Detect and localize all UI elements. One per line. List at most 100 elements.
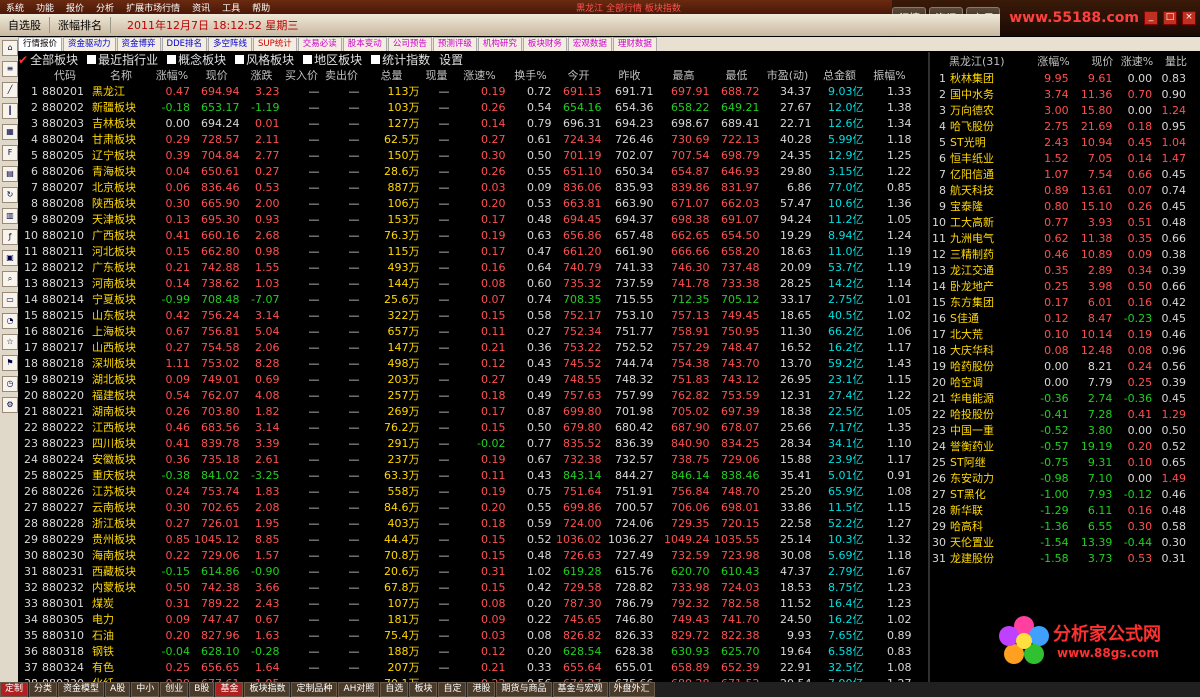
table-row[interactable]: 3 880203 吉林板块 0.00 694.24 0.01 — — 127万 — 0.14 0.79… — [18, 115, 914, 131]
table-row[interactable]: 16 880216 上海板块 0.67 756.81 5.04 — — 657万 — 0.11 0.2… — [18, 323, 914, 339]
table-row[interactable]: 6 880206 青海板块 0.04 650.61 0.27 — — 28.6万 — 0.26 0.5… — [18, 163, 914, 179]
table-row[interactable]: 21 880221 湖南板块 0.26 703.80 1.82 — — 269万 — 0.17 0.8… — [18, 403, 914, 419]
table-row[interactable]: 34 880305 电力 0.09 747.47 0.67 — — 181万 — 0.09 0.22 7… — [18, 611, 914, 627]
settings-icon[interactable]: ⚙ — [2, 397, 18, 413]
table-row[interactable]: 10 880210 广西板块 0.41 660.16 2.68 — — 76.3万 — 0.19 0.… — [18, 227, 914, 243]
list-item[interactable]: 15 东方集团 0.17 6.01 0.16 0.42 — [930, 294, 1188, 310]
tab-sup-stats[interactable]: SUP统计 — [253, 37, 297, 51]
table-row[interactable]: 19 880219 湖北板块 0.09 749.01 0.69 — — 203万 — 0.27 0.4… — [18, 371, 914, 387]
list-item[interactable]: 2 国中水务 3.74 11.36 0.70 0.90 — [930, 86, 1188, 102]
table-row[interactable]: 26 880226 江苏板块 0.24 753.74 1.83 — — 558万 — 0.19 0.7… — [18, 483, 914, 499]
table-row[interactable]: 1 880201 黑龙江 0.47 694.94 3.23 — — 113万 — 0.19 0.72 6… — [18, 83, 914, 99]
home-icon[interactable]: ⌂ — [2, 40, 18, 56]
column-header[interactable]: 总金额 — [814, 67, 866, 83]
menu-item-help[interactable]: 帮助 — [246, 1, 276, 14]
table-row[interactable]: 8 880208 陕西板块 0.30 665.90 2.00 — — 106万 — 0.20 0.53… — [18, 195, 914, 211]
side-column-header[interactable]: 现价 — [1071, 52, 1115, 70]
bottom-tab[interactable]: 分类 — [29, 682, 58, 697]
list-item[interactable]: 22 哈投股份 -0.41 7.28 0.41 1.29 — [930, 406, 1188, 422]
table-row[interactable]: 31 880231 西藏板块 -0.15 614.86 -0.90 — — 20.6万 — 0.31… — [18, 563, 914, 579]
close-icon[interactable]: × — [1182, 11, 1196, 25]
list-item[interactable]: 10 工大高新 0.77 3.93 0.51 0.48 — [930, 214, 1188, 230]
table-row[interactable]: 32 880232 内蒙板块 0.50 742.38 3.66 — — 67.8万 — 0.15 0.… — [18, 579, 914, 595]
column-header[interactable]: 最低 — [712, 67, 762, 83]
list-item[interactable]: 12 三精制药 0.46 10.89 0.09 0.38 — [930, 246, 1188, 262]
table-row[interactable]: 15 880215 山东板块 0.42 756.24 3.14 — — 322万 — 0.15 0.5… — [18, 307, 914, 323]
table-row[interactable]: 20 880220 福建板块 0.54 762.07 4.08 — — 257万 — 0.18 0.4… — [18, 387, 914, 403]
tab-rating[interactable]: 预测评级 — [432, 37, 477, 51]
tab-wealth-data[interactable]: 理财数据 — [612, 37, 657, 51]
bottom-tab[interactable]: 自定 — [438, 682, 467, 697]
bottom-tab[interactable]: 中小 — [131, 682, 160, 697]
filter-settings[interactable]: 设置 — [439, 51, 463, 68]
list-item[interactable]: 26 东安动力 -0.98 7.10 0.00 1.49 — [930, 470, 1188, 486]
tab-sector-finance[interactable]: 板块财务 — [522, 37, 567, 51]
search-icon[interactable]: ⌕ — [2, 271, 18, 287]
gain-ranking-tab[interactable]: 涨幅排名 — [50, 17, 111, 33]
bottom-tab[interactable]: 基金与宏观 — [552, 682, 608, 697]
chart-icon[interactable]: ╱ — [2, 82, 18, 98]
menu-item-system[interactable]: 系统 — [0, 1, 30, 14]
table-row[interactable]: 24 880224 安徽板块 0.36 735.18 2.61 — — 237万 — 0.19 0.6… — [18, 451, 914, 467]
filter-style[interactable]: 风格板块 — [235, 51, 294, 68]
bottom-tab[interactable]: 期货与商品 — [496, 682, 552, 697]
table-row[interactable]: 14 880214 宁夏板块 -0.99 708.48 -7.07 — — 25.6万 — 0.07… — [18, 291, 914, 307]
table-row[interactable]: 5 880205 辽宁板块 0.39 704.84 2.77 — — 150万 — 0.30 0.50… — [18, 147, 914, 163]
column-header[interactable]: 市盈(动) — [762, 67, 814, 83]
bottom-tab[interactable]: 板块 — [409, 682, 438, 697]
grid-icon[interactable]: ▦ — [2, 124, 18, 140]
bottom-tab[interactable]: AH对照 — [338, 682, 380, 697]
table-row[interactable]: 17 880217 山西板块 0.27 754.58 2.06 — — 147万 — 0.21 0.3… — [18, 339, 914, 355]
column-header[interactable]: 现量 — [422, 67, 452, 83]
list-item[interactable]: 8 航天科技 0.89 13.61 0.07 0.74 — [930, 182, 1188, 198]
screen-icon[interactable]: ▣ — [2, 250, 18, 266]
filter-stat-index[interactable]: 统计指数 — [371, 51, 430, 68]
list-item[interactable]: 28 新华联 -1.29 6.11 0.16 0.48 — [930, 502, 1188, 518]
bottom-tab[interactable]: 自选 — [380, 682, 409, 697]
star-icon[interactable]: ☆ — [2, 334, 18, 350]
menu-item-analysis[interactable]: 分析 — [90, 1, 120, 14]
column-header[interactable]: 买入价 — [282, 67, 322, 83]
list-item[interactable]: 31 龙建股份 -1.58 3.73 0.53 0.31 — [930, 550, 1188, 566]
column-header[interactable]: 振幅% — [866, 67, 914, 83]
column-header[interactable]: 现价 — [192, 67, 242, 83]
table-row[interactable]: 4 880204 甘肃板块 0.29 728.57 2.11 — — 62.5万 — 0.27 0.6… — [18, 131, 914, 147]
list-item[interactable]: 19 哈药股份 0.00 8.21 0.24 0.56 — [930, 358, 1188, 374]
bottom-tab[interactable]: 定制 — [0, 682, 29, 697]
column-header[interactable]: 涨速% — [452, 67, 508, 83]
column-header[interactable]: 代码 — [40, 67, 90, 83]
table-row[interactable]: 9 880209 天津板块 0.13 695.30 0.93 — — 153万 — 0.17 0.48… — [18, 211, 914, 227]
tab-dde-rank[interactable]: DDE排名 — [161, 37, 208, 51]
folder-icon[interactable]: ▭ — [2, 292, 18, 308]
tab-long-short[interactable]: 多空阵线 — [208, 37, 253, 51]
list-item[interactable]: 20 哈空调 0.00 7.79 0.25 0.39 — [930, 374, 1188, 390]
bottom-tab[interactable]: 板块指数 — [244, 682, 291, 697]
menu-item-tools[interactable]: 工具 — [216, 1, 246, 14]
side-column-header[interactable]: 涨速% — [1114, 52, 1154, 70]
refresh-icon[interactable]: ↻ — [2, 187, 18, 203]
pie-icon[interactable]: ◔ — [2, 313, 18, 329]
side-column-header[interactable]: 量比 — [1154, 52, 1188, 70]
bottom-tab[interactable]: 创业 — [160, 682, 189, 697]
list-item[interactable]: 9 宝泰隆 0.80 15.10 0.26 0.45 — [930, 198, 1188, 214]
tab-trading-guide[interactable]: 交易必读 — [297, 37, 342, 51]
list-item[interactable]: 27 ST黑化 -1.00 7.93 -0.12 0.46 — [930, 486, 1188, 502]
column-header[interactable]: 涨跌 — [242, 67, 282, 83]
table-row[interactable]: 22 880222 江西板块 0.46 683.56 3.14 — — 76.2万 — 0.15 0.… — [18, 419, 914, 435]
table-row[interactable]: 18 880218 深圳板块 1.11 753.02 8.28 — — 498万 — 0.12 0.4… — [18, 355, 914, 371]
column-header[interactable]: 卖出价 — [322, 67, 362, 83]
column-header[interactable]: 名称 — [90, 67, 152, 83]
filter-region[interactable]: 地区板块 — [303, 51, 362, 68]
table-row[interactable]: 37 880324 有色 0.25 656.65 1.64 — — 207万 — 0.21 0.33 6… — [18, 659, 914, 675]
bar-chart-icon[interactable]: ▥ — [2, 208, 18, 224]
table-row[interactable]: 28 880228 浙江板块 0.27 726.01 1.95 — — 403万 — 0.18 0.5… — [18, 515, 914, 531]
table-row[interactable]: 13 880213 河南板块 0.14 738.62 1.03 — — 144万 — 0.08 0.6… — [18, 275, 914, 291]
table-row[interactable]: 27 880227 云南板块 0.30 702.65 2.08 — — 84.6万 — 0.20 0.… — [18, 499, 914, 515]
menu-item-quote[interactable]: 报价 — [60, 1, 90, 14]
list-item[interactable]: 13 龙江交通 0.35 2.89 0.34 0.39 — [930, 262, 1188, 278]
filter-all[interactable]: ✔ 全部板块 — [18, 51, 78, 68]
column-header[interactable]: 总量 — [362, 67, 422, 83]
column-header[interactable] — [18, 67, 40, 83]
minimize-icon[interactable]: _ — [1144, 11, 1158, 25]
table-row[interactable]: 33 880301 煤炭 0.31 789.22 2.43 — — 107万 — 0.08 0.20 7… — [18, 595, 914, 611]
